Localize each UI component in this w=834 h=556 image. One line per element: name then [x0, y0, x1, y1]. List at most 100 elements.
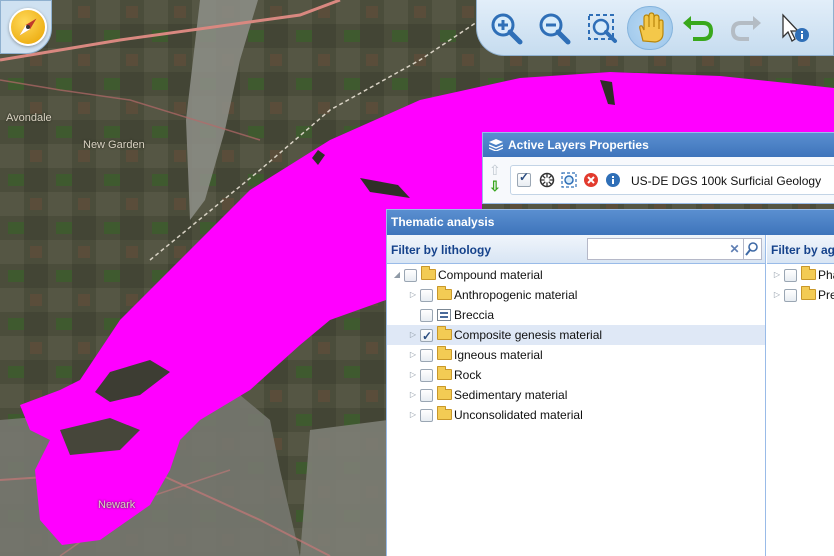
tree-node-breccia[interactable]: Breccia	[387, 305, 765, 325]
tree-node-label: Breccia	[454, 308, 495, 322]
tree-node-age[interactable]: ▷ Pha	[767, 265, 834, 285]
age-tree: ▷ Pha ▷ Pre	[767, 265, 834, 305]
tree-node-anthropogenic-material[interactable]: ▷ Anthropogenic material	[387, 285, 765, 305]
expand-icon[interactable]: ▷	[408, 365, 418, 385]
zoom-in-button[interactable]	[483, 6, 529, 50]
expand-icon[interactable]: ▷	[408, 405, 418, 425]
layer-visibility-checkbox[interactable]	[517, 170, 531, 187]
folder-icon	[437, 366, 452, 380]
thematic-title: Thematic analysis	[391, 215, 495, 229]
zoom-out-icon	[539, 13, 571, 45]
tree-node-label: Igneous material	[454, 348, 543, 362]
collapse-icon[interactable]: ◢	[392, 265, 402, 285]
search-icon	[745, 242, 758, 256]
tree-node-checkbox[interactable]	[420, 389, 433, 402]
age-filter-label: Filter by ag	[771, 243, 834, 257]
tree-node-checkbox[interactable]	[420, 326, 433, 346]
tree-node-sedimentary-material[interactable]: ▷ Sedimentary material	[387, 385, 765, 405]
active-layers-window: Active Layers Properties ⇧ ⇩ ✓ US-DE DGS…	[482, 132, 834, 204]
expand-icon[interactable]: ▷	[772, 265, 782, 285]
lithology-panel-header: Filter by lithology ✕	[387, 235, 765, 264]
folder-icon	[437, 326, 452, 340]
lithology-filter-label: Filter by lithology	[391, 243, 492, 257]
zoom-in-icon	[491, 13, 523, 45]
tree-node-label: Pha	[818, 268, 834, 282]
expand-icon[interactable]: ▷	[408, 345, 418, 365]
remove-layer-icon[interactable]	[583, 172, 599, 188]
tree-node-label: Sedimentary material	[454, 388, 568, 402]
search-filter-button[interactable]	[744, 238, 762, 260]
folder-open-icon	[421, 266, 436, 280]
zoom-extent-icon	[588, 14, 617, 43]
tree-node-igneous-material[interactable]: ▷ Igneous material	[387, 345, 765, 365]
age-panel-header: Filter by ag	[767, 235, 834, 264]
compass-button[interactable]	[9, 8, 47, 46]
tree-node-checkbox[interactable]	[404, 269, 417, 282]
folder-icon	[437, 346, 452, 360]
redo-button[interactable]	[723, 6, 769, 50]
tree-node-compound-material[interactable]: ◢ Compound material	[387, 265, 765, 285]
thematic-analysis-window: Thematic analysis Filter by lithology ✕ …	[386, 209, 834, 556]
move-down-icon[interactable]: ⇩	[489, 178, 501, 195]
layer-item[interactable]: US-DE DGS 100k Surficial Geology	[510, 165, 834, 195]
tree-node-label: Unconsolidated material	[454, 408, 583, 422]
pan-button[interactable]	[627, 6, 673, 50]
identify-cursor-icon	[782, 13, 809, 42]
leaf-item-icon	[437, 309, 451, 321]
move-up-icon[interactable]: ⇧	[489, 162, 501, 179]
compass-panel	[0, 0, 52, 54]
place-label: New Garden	[83, 139, 145, 151]
age-panel: Filter by ag ▷ Pha ▷ Pre	[767, 235, 834, 556]
tree-node-label: Compound material	[438, 268, 543, 282]
undo-button[interactable]	[675, 6, 721, 50]
folder-icon	[801, 266, 816, 280]
undo-icon	[683, 16, 714, 41]
map-toolbar	[476, 0, 834, 56]
tree-node-composite-genesis-material[interactable]: ▷ Composite genesis material	[387, 325, 765, 346]
layer-info-icon[interactable]	[605, 172, 621, 188]
expand-icon[interactable]: ▷	[408, 325, 418, 345]
expand-icon[interactable]: ▷	[772, 285, 782, 305]
tree-node-label: Anthropogenic material	[454, 288, 578, 302]
tree-node-checkbox[interactable]	[420, 409, 433, 422]
thematic-titlebar[interactable]: Thematic analysis	[387, 210, 834, 235]
layer-list: ⇧ ⇩ US-DE DGS 100k Surficial Geo	[483, 157, 834, 203]
tree-node-unconsolidated-material[interactable]: ▷ Unconsolidated material	[387, 405, 765, 425]
tree-node-checkbox[interactable]	[784, 289, 797, 302]
folder-icon	[437, 286, 452, 300]
tree-node-checkbox[interactable]	[420, 369, 433, 382]
clear-filter-button[interactable]: ✕	[726, 238, 744, 260]
tree-node-label: Composite genesis material	[454, 328, 603, 342]
zoom-extent-button[interactable]	[579, 6, 625, 50]
tree-node-checkbox[interactable]	[420, 349, 433, 362]
lithology-panel: Filter by lithology ✕ ◢ Compound materia…	[387, 235, 766, 556]
folder-icon	[801, 286, 816, 300]
tree-node-label: Pre	[818, 288, 834, 302]
expand-icon[interactable]: ▷	[408, 285, 418, 305]
tree-node-checkbox[interactable]	[784, 269, 797, 282]
zoom-out-button[interactable]	[531, 6, 577, 50]
layers-icon	[489, 139, 503, 151]
clear-icon: ✕	[729, 242, 740, 256]
layer-name: US-DE DGS 100k Surficial Geology	[631, 174, 822, 188]
active-layers-titlebar[interactable]: Active Layers Properties	[483, 133, 834, 157]
place-label: Avondale	[6, 112, 52, 124]
tree-node-label: Rock	[454, 368, 482, 382]
identify-button[interactable]	[771, 6, 817, 50]
tree-node-age[interactable]: ▷ Pre	[767, 285, 834, 305]
place-label: Newark	[98, 499, 136, 511]
hand-icon	[639, 12, 664, 43]
folder-icon	[437, 386, 452, 400]
zoom-to-layer-icon[interactable]	[561, 172, 577, 188]
compass-icon	[19, 18, 37, 36]
folder-icon	[437, 406, 452, 420]
layer-style-icon[interactable]	[539, 172, 555, 188]
tree-node-checkbox[interactable]	[420, 309, 433, 322]
expand-icon[interactable]: ▷	[408, 385, 418, 405]
tree-node-checkbox[interactable]	[420, 289, 433, 302]
tree-node-rock[interactable]: ▷ Rock	[387, 365, 765, 385]
lithology-tree: ◢ Compound material ▷ Anthropogenic mate…	[387, 265, 765, 425]
redo-icon	[730, 16, 761, 41]
active-layers-title: Active Layers Properties	[508, 138, 649, 152]
lithology-filter-input[interactable]	[587, 238, 727, 260]
